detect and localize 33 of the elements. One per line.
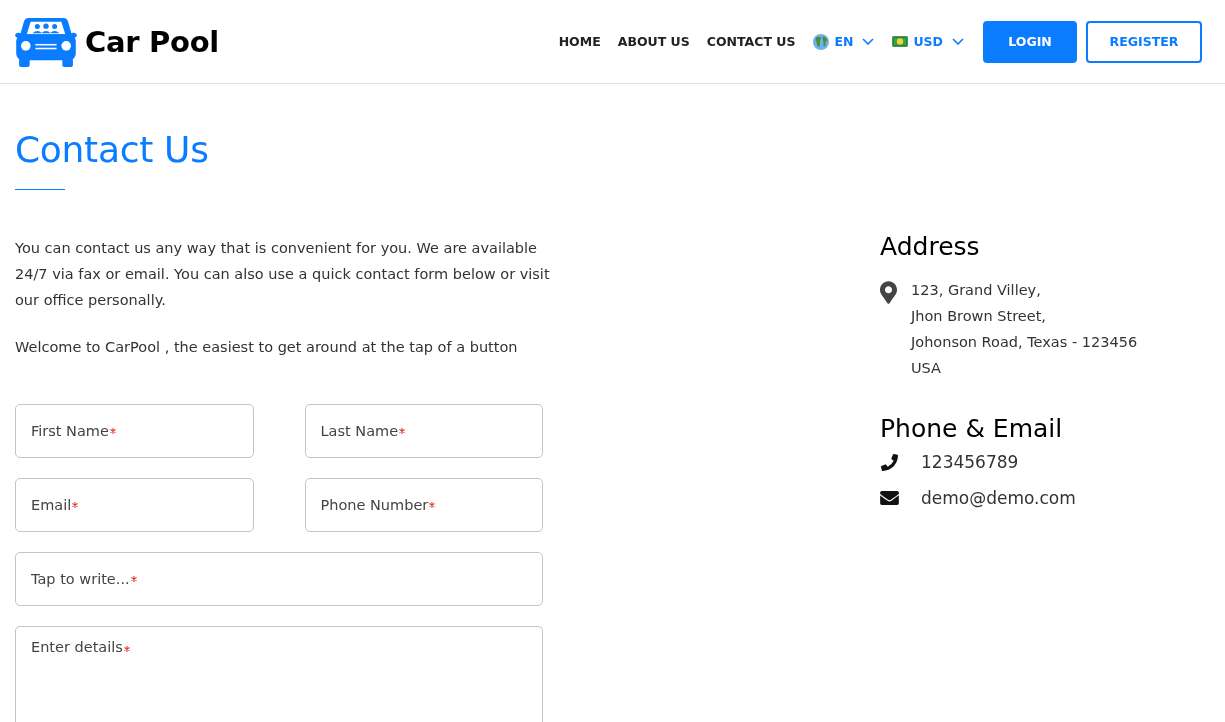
input-field[interactable]: First Name [15,404,254,458]
input-field[interactable]: Tap to write... [15,552,543,606]
globe-icon [813,33,830,50]
chevron-down-icon [862,38,875,45]
intro-paragraph: Welcome to CarPool , the easiest to get around at the tap of a button [15,338,519,357]
address-heading: Address [880,231,980,262]
logo-text[interactable]: Car Pool [85,24,219,59]
car-logo-icon[interactable] [15,16,77,67]
phone-number: 123456789 [921,452,1019,472]
page-title: Contact Us [15,128,209,171]
register-button[interactable]: REGISTER [1086,20,1202,63]
input-field[interactable]: Last Name [304,404,543,458]
address-line: USA [911,359,941,378]
intro-paragraph: You can contact us any way that is convenient for you. We are available 24/7 via fax or email. You can also use a quick contact form below or visit our office personally. [15,239,551,310]
currency-selector[interactable]: USD [892,34,964,49]
input-field[interactable]: Email [15,478,254,532]
nav-link[interactable]: HOME [558,34,601,49]
textarea-field[interactable]: Enter details [15,626,543,722]
email-address: demo@demo.com [921,488,1076,508]
nav-link[interactable]: CONTACT US [706,34,796,49]
nav-link[interactable]: ABOUT US [617,34,690,49]
phone-icon [880,453,899,471]
address-line: Johonson Road, Texas - 123456 [911,333,1138,352]
login-button[interactable]: LOGIN [983,20,1077,63]
address-line: Jhon Brown Street, [911,307,1046,326]
map-pin-icon [880,281,897,304]
input-field[interactable]: Phone Number [304,478,543,532]
language-selector[interactable]: EN [813,33,875,50]
banknote-icon [892,36,909,47]
contact-heading: Phone & Email [880,413,1063,444]
chevron-down-icon [952,38,964,45]
envelope-icon [880,491,899,505]
address-line: 123, Grand Villey, [911,281,1041,300]
